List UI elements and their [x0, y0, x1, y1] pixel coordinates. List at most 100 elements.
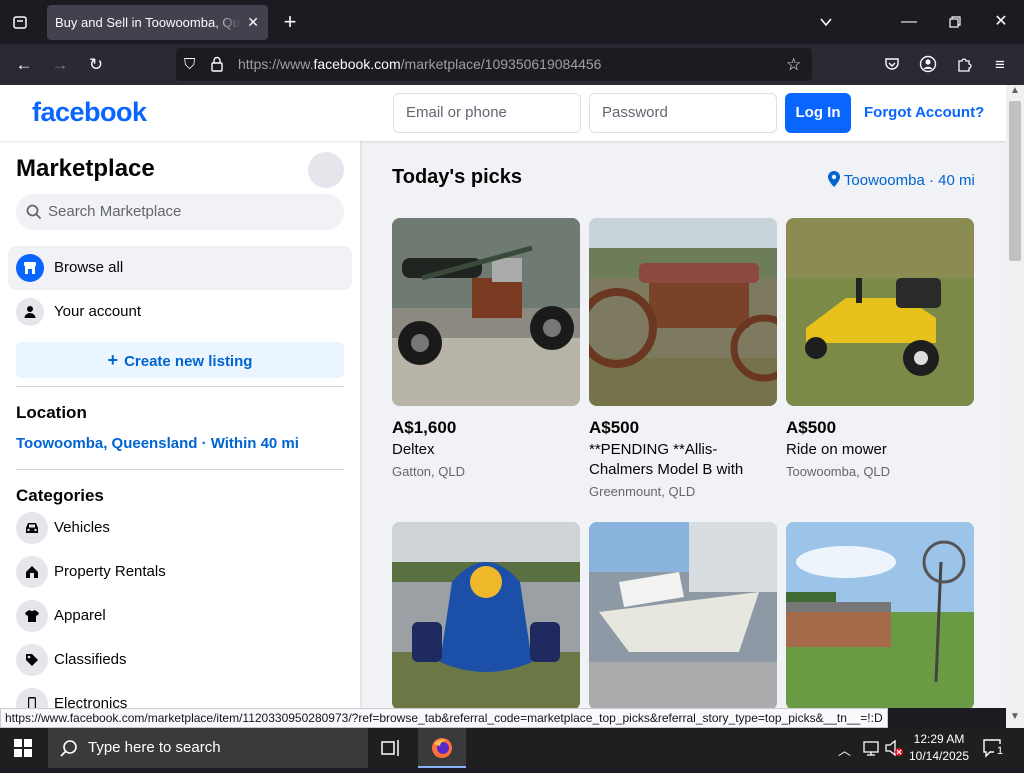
- house-icon: [16, 556, 48, 588]
- listing-image[interactable]: [392, 218, 580, 406]
- taskbar-search-input[interactable]: Type here to search: [48, 728, 368, 768]
- chevron-up-icon[interactable]: ︿: [838, 740, 851, 759]
- sidebar-item-browse-all[interactable]: Browse all: [8, 246, 352, 290]
- back-icon[interactable]: ←: [6, 44, 42, 85]
- pocket-icon[interactable]: [874, 44, 910, 85]
- sidebar-item-label: Your account: [54, 303, 142, 320]
- listing-image[interactable]: [786, 218, 974, 406]
- category-vehicles[interactable]: Vehicles: [8, 506, 352, 550]
- login-button[interactable]: Log In: [785, 93, 851, 133]
- listing-card[interactable]: [589, 522, 777, 708]
- new-tab-icon[interactable]: +: [270, 0, 310, 44]
- listing-price: A$500: [786, 418, 837, 437]
- search-input[interactable]: Search Marketplace: [16, 194, 344, 230]
- browser-tab-active[interactable]: Buy and Sell in Toowoomba, Queensland ✕: [47, 5, 268, 40]
- divider: [16, 469, 344, 470]
- listing-location: Greenmount, QLD: [589, 484, 696, 499]
- firefox-icon: [432, 738, 452, 758]
- listing-location: Gatton, QLD: [392, 464, 465, 479]
- tab-close-icon[interactable]: ✕: [247, 5, 259, 40]
- facebook-header: facebook Email or phone Password Log In …: [0, 85, 1006, 141]
- listing-price: A$500: [589, 418, 640, 437]
- search-icon: [60, 728, 78, 773]
- lock-icon[interactable]: [210, 48, 224, 84]
- location-filter-link[interactable]: Toowoomba · 40 mi: [828, 171, 975, 189]
- category-classifieds[interactable]: Classifieds: [8, 638, 352, 682]
- category-electronics[interactable]: Electronics: [8, 682, 352, 708]
- car-icon: [16, 512, 48, 544]
- reload-icon[interactable]: ↻: [78, 44, 114, 85]
- marketplace-sidebar: Marketplace Search Marketplace Browse al…: [0, 141, 360, 708]
- location-link[interactable]: Toowoomba, Queensland · Within 40 mi: [16, 435, 299, 452]
- notification-count: 1: [994, 744, 1006, 758]
- listing-card[interactable]: [392, 522, 580, 708]
- forgot-account-link[interactable]: Forgot Account?: [864, 104, 984, 121]
- settings-gear-icon[interactable]: [308, 152, 344, 188]
- category-property-rentals[interactable]: Property Rentals: [8, 550, 352, 594]
- listing-location: Toowoomba, QLD: [786, 464, 891, 479]
- search-placeholder: Search Marketplace: [48, 203, 182, 220]
- scrollbar-thumb[interactable]: [1009, 101, 1021, 261]
- network-icon[interactable]: [862, 739, 880, 762]
- shield-icon[interactable]: ⛉: [184, 48, 195, 81]
- browser-nav-bar: ← → ↻ ⛉ https://www.facebook.com/marketp…: [0, 44, 1024, 85]
- listing-image[interactable]: [589, 218, 777, 406]
- close-window-icon[interactable]: ✕: [981, 0, 1021, 44]
- email-field[interactable]: Email or phone: [393, 93, 581, 133]
- sidebar-item-label: Browse all: [54, 259, 124, 276]
- chevron-down-icon[interactable]: [806, 0, 846, 44]
- browser-tab-bar: Buy and Sell in Toowoomba, Queensland ✕ …: [0, 0, 1024, 44]
- location-pin-icon: [828, 171, 844, 189]
- vertical-scrollbar[interactable]: ▲ ▼: [1006, 85, 1024, 728]
- phone-icon: [16, 688, 48, 708]
- windows-start-icon[interactable]: [14, 739, 32, 762]
- firefox-taskbar-button[interactable]: [418, 728, 466, 768]
- taskbar-clock[interactable]: 12:29 AM 10/14/2025: [904, 731, 974, 765]
- restore-icon[interactable]: [935, 0, 975, 44]
- categories-heading: Categories: [16, 486, 104, 505]
- listing-title: Deltex: [392, 441, 435, 458]
- listing-card[interactable]: A$1,600 Deltex Gatton, QLD: [392, 218, 580, 479]
- listing-card[interactable]: [786, 522, 974, 708]
- listing-image[interactable]: [786, 522, 974, 708]
- facebook-logo[interactable]: facebook: [32, 97, 147, 128]
- page-title: Marketplace: [16, 155, 155, 182]
- person-icon: [16, 298, 44, 326]
- listing-image[interactable]: [392, 522, 580, 708]
- listing-title: Ride on mower: [786, 441, 887, 458]
- windows-taskbar: Type here to search ︿ 12:29 AM 10/14/202…: [0, 728, 1024, 768]
- listing-title: **PENDING **Allis-Chalmers Model B with …: [589, 441, 744, 478]
- divider: [16, 386, 344, 387]
- listing-image[interactable]: [589, 522, 777, 708]
- status-url-tooltip: https://www.facebook.com/marketplace/ite…: [0, 708, 888, 728]
- task-view-icon[interactable]: [380, 738, 402, 763]
- password-field[interactable]: Password: [589, 93, 777, 133]
- extensions-icon[interactable]: [946, 44, 982, 85]
- create-listing-button[interactable]: + Create new listing: [16, 342, 344, 378]
- tag-icon: [16, 644, 48, 676]
- shirt-icon: [16, 600, 48, 632]
- bookmark-star-icon[interactable]: ☆: [786, 48, 801, 81]
- tab-overview-icon[interactable]: [0, 0, 40, 44]
- notifications-icon[interactable]: 1: [982, 738, 1006, 763]
- listing-card[interactable]: A$500 **PENDING **Allis-Chalmers Model B…: [589, 218, 777, 499]
- listing-card[interactable]: A$500 Ride on mower Toowoomba, QLD: [786, 218, 974, 479]
- url-bar[interactable]: ⛉ https://www.facebook.com/marketplace/1…: [176, 48, 812, 81]
- scroll-up-icon[interactable]: ▲: [1010, 85, 1020, 96]
- forward-icon[interactable]: →: [42, 44, 78, 85]
- category-apparel[interactable]: Apparel: [8, 594, 352, 638]
- listing-price: A$1,600: [392, 418, 457, 437]
- menu-icon[interactable]: ≡: [982, 44, 1018, 85]
- location-heading: Location: [16, 403, 87, 422]
- volume-muted-icon[interactable]: [884, 739, 904, 762]
- minimize-icon[interactable]: —: [889, 0, 929, 44]
- url-text: https://www.facebook.com/marketplace/109…: [238, 56, 602, 72]
- section-title: Today's picks: [392, 166, 522, 188]
- storefront-icon: [16, 254, 44, 282]
- sidebar-item-your-account[interactable]: Your account: [8, 290, 352, 334]
- search-icon: [26, 194, 42, 234]
- tab-title: Buy and Sell in Toowoomba, Queensland: [55, 15, 241, 30]
- scroll-down-icon[interactable]: ▼: [1010, 711, 1020, 722]
- account-icon[interactable]: [910, 44, 946, 85]
- plus-icon: +: [107, 350, 119, 370]
